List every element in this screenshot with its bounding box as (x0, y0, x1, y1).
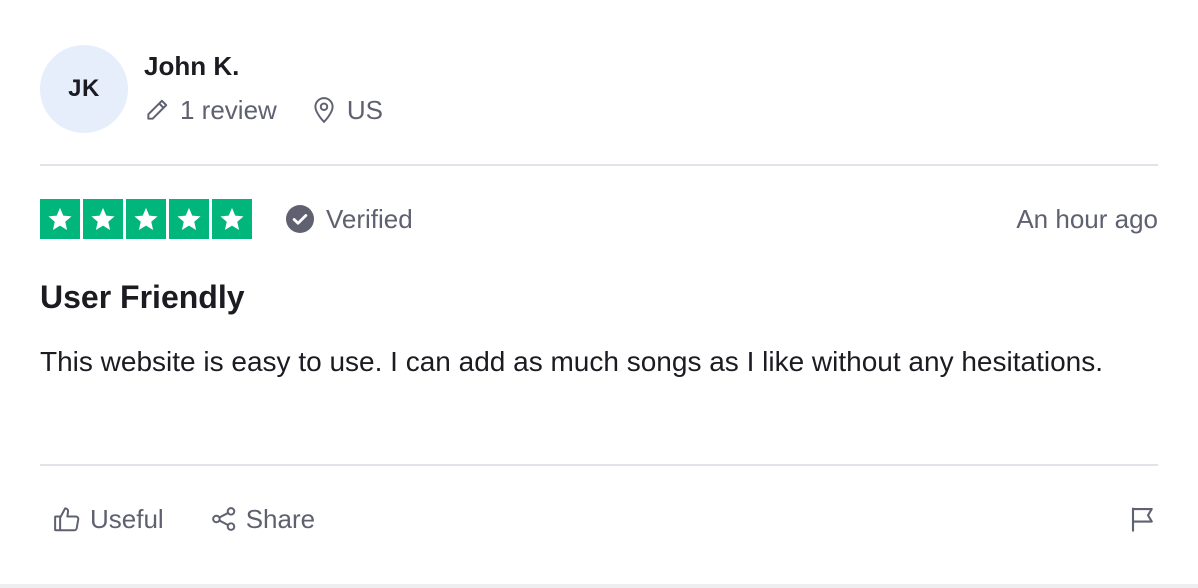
review-actions: Useful Share (52, 500, 1158, 538)
report-button[interactable] (1128, 504, 1158, 534)
share-button[interactable]: Share (210, 504, 315, 535)
star-icon (220, 207, 244, 230)
divider (40, 164, 1158, 166)
reviewer-location: US (311, 95, 383, 125)
share-label: Share (245, 503, 316, 534)
star (212, 199, 252, 239)
star (169, 199, 209, 239)
flag-icon (1131, 507, 1153, 532)
avatar[interactable]: JK (40, 45, 128, 133)
star-icon (48, 207, 72, 230)
divider (40, 464, 1158, 466)
thumbs-up-icon (54, 507, 80, 532)
review-title: User Friendly (40, 279, 245, 315)
star (126, 199, 166, 239)
useful-button[interactable]: Useful (52, 504, 164, 535)
star-rating (40, 199, 252, 239)
reviewer-header: JK John K. 1 review US (40, 45, 383, 133)
avatar-initials: JK (68, 75, 100, 102)
review-count: 1 review (144, 95, 277, 125)
review-card: JK John K. 1 review US Verified An hour … (0, 0, 1198, 588)
verified-badge[interactable]: Verified (286, 204, 413, 235)
review-body: This website is easy to use. I can add a… (40, 346, 1103, 377)
location-pin-icon (314, 97, 334, 124)
pencil-icon (147, 99, 168, 120)
reviewer-info: John K. 1 review US (144, 45, 383, 125)
star (83, 199, 123, 239)
review-date: An hour ago (1016, 203, 1158, 234)
reviewer-meta: 1 review US (144, 95, 383, 125)
rating-row: Verified An hour ago (40, 199, 1158, 239)
share-icon (211, 507, 235, 531)
review-count-label: 1 review (180, 95, 277, 125)
check-circle-icon (286, 205, 314, 233)
reviewer-country: US (346, 95, 383, 125)
star-icon (91, 207, 115, 230)
useful-label: Useful (90, 503, 164, 534)
star-icon (177, 207, 201, 230)
verified-label: Verified (326, 203, 413, 234)
star (40, 199, 80, 239)
reviewer-name[interactable]: John K. (144, 51, 383, 81)
star-icon (134, 207, 158, 230)
